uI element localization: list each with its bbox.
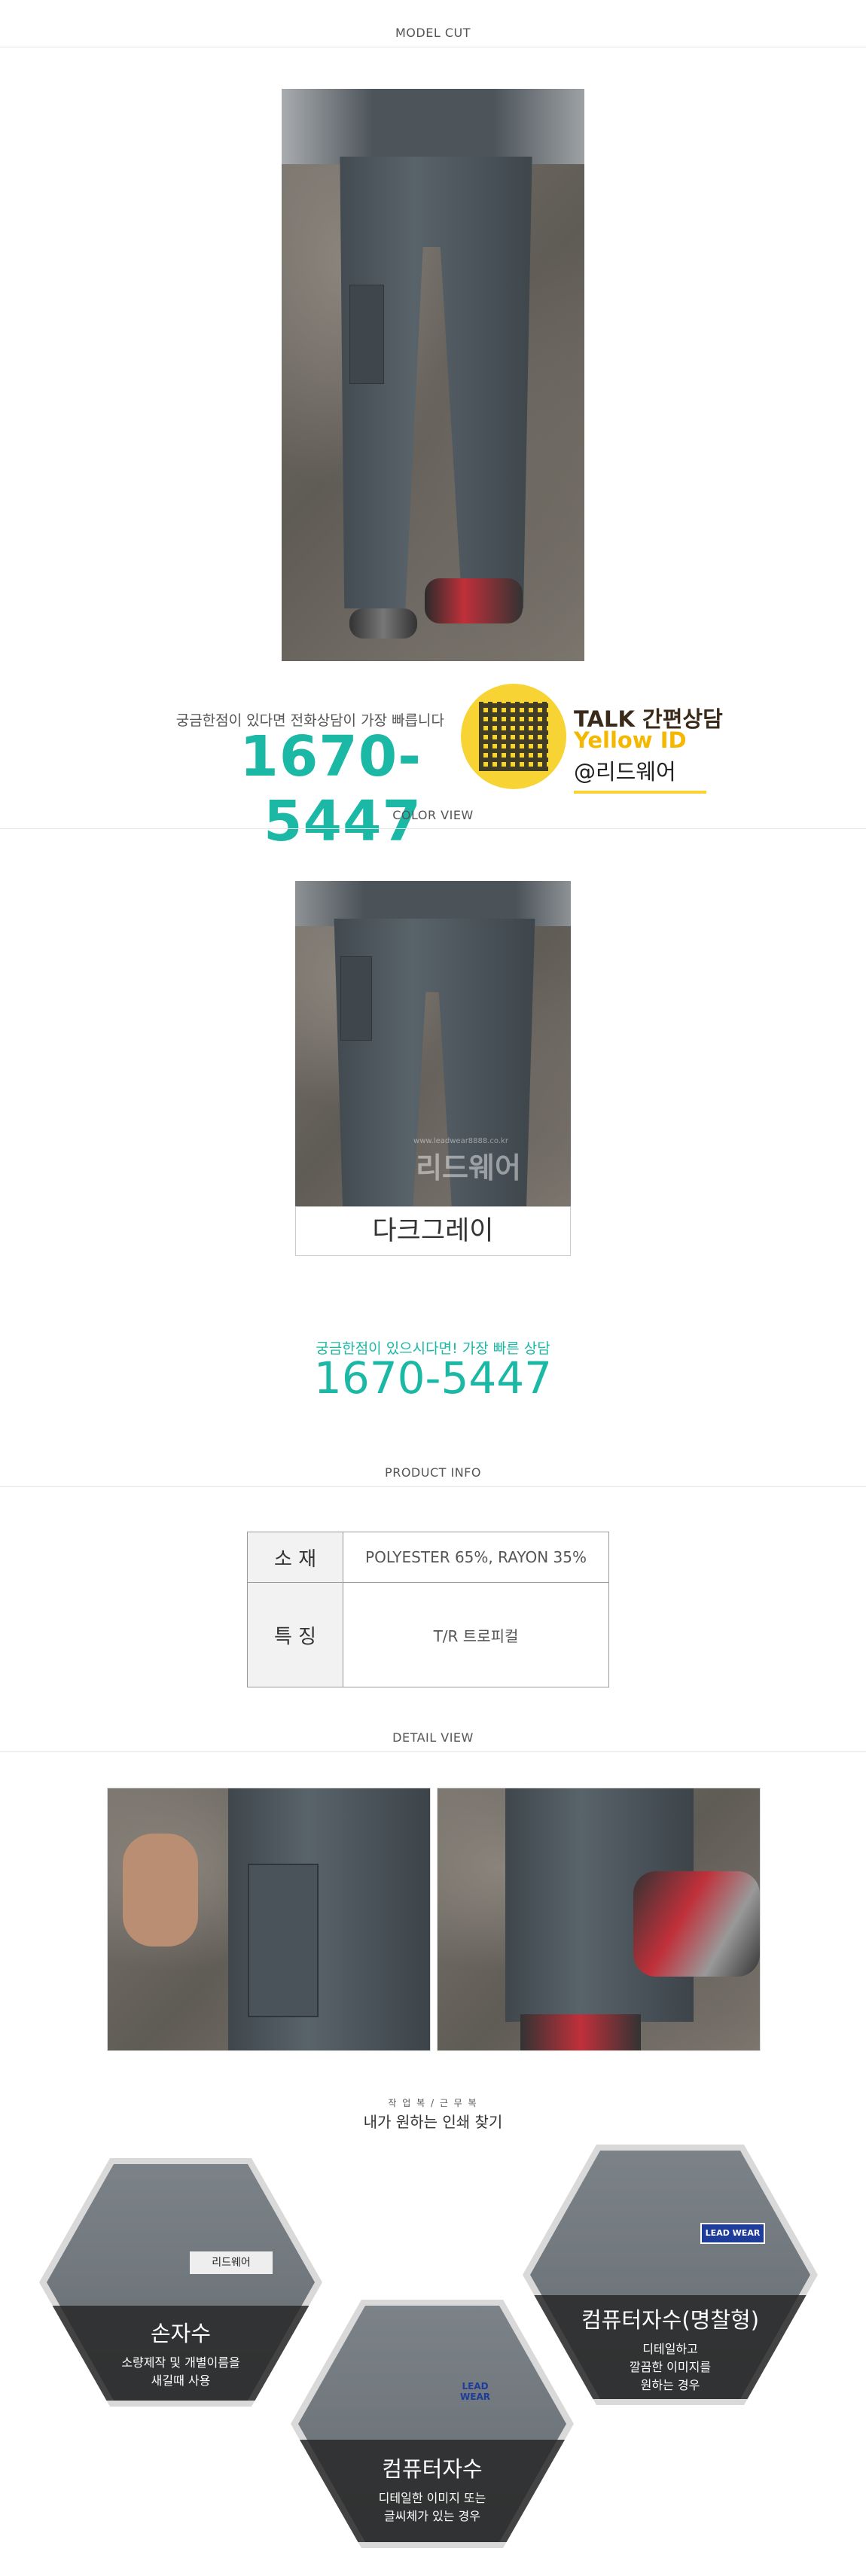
shoe-shape-left: [520, 2014, 641, 2050]
shoe-shape: [425, 578, 523, 623]
embroidery-badge: LEAD WEAR: [460, 2381, 490, 2402]
hex-desc: 디테일하고: [642, 2342, 698, 2356]
hex-desc: 깔끔한 이미지를: [629, 2360, 712, 2374]
table-row: 특 징 T/R 트로피컬: [247, 1582, 609, 1687]
qr-code-icon: [479, 702, 548, 771]
hex-computer-embroidery-nametag[interactable]: LEAD WEAR 컴퓨터자수(명찰형) 디테일하고 깔끔한 이미지를 원하는 …: [523, 2145, 818, 2405]
hex-label: 컴퓨터자수 디테일한 이미지 또는 글씨체가 있는 경우: [298, 2440, 566, 2542]
detail-photo-pocket: [107, 1788, 431, 2051]
contact2-phone[interactable]: 1670-5447: [0, 1352, 866, 1404]
detail-photo-hem: [437, 1788, 761, 2051]
product-info-table: 소 재 POLYESTER 65%, RAYON 35% 특 징 T/R 트로피…: [247, 1532, 609, 1687]
hex-desc: 새길때 사용: [151, 2373, 211, 2388]
hex-desc: 원하는 경우: [640, 2378, 700, 2392]
phone-number[interactable]: 1670-5447: [128, 724, 422, 854]
section-title-product-info: PRODUCT INFO: [385, 1465, 481, 1480]
row-value: T/R 트로피컬: [343, 1582, 609, 1687]
yellow-id: Yellow ID: [574, 727, 687, 753]
hex-computer-embroidery[interactable]: LEAD WEAR 컴퓨터자수 디테일한 이미지 또는 글씨체가 있는 경우: [291, 2300, 574, 2548]
jacket-shape: [282, 89, 584, 164]
cargo-pocket: [349, 285, 384, 384]
row-label: 특 징: [247, 1582, 343, 1687]
nametag-badge: LEAD WEAR: [700, 2223, 765, 2244]
kakao-underline: [574, 791, 706, 794]
section-title-detail-view: DETAIL VIEW: [392, 1730, 474, 1745]
hex-desc: 글씨체가 있는 경우: [384, 2509, 480, 2523]
row-value: POLYESTER 65%, RAYON 35%: [343, 1532, 609, 1583]
guide-title: 내가 원하는 인쇄 찾기: [363, 2113, 503, 2131]
qr-badge[interactable]: [461, 684, 566, 789]
hex-title: 컴퓨터자수: [382, 2456, 483, 2482]
watermark-logo: 리드웨어: [416, 1151, 521, 1184]
hex-desc: 디테일한 이미지 또는: [378, 2491, 486, 2505]
guide-subtitle: 작 업 복 / 근 무 복: [388, 2098, 478, 2108]
table-row: 소 재 POLYESTER 65%, RAYON 35%: [247, 1532, 609, 1583]
divider: [0, 1486, 866, 1487]
kakao-id[interactable]: @리드웨어: [574, 755, 676, 786]
hex-title: 컴퓨터자수(명찰형): [581, 2307, 760, 2333]
divider: [0, 1751, 866, 1752]
color-name: 다크그레이: [295, 1206, 571, 1256]
model-photo: [282, 89, 584, 661]
embroidery-badge: 리드웨어: [190, 2251, 273, 2274]
hex-title: 손자수: [150, 2321, 212, 2346]
divider: [0, 828, 866, 829]
hand-shape: [123, 1834, 198, 1946]
hex-desc: 소량제작 및 개별이름을: [121, 2355, 240, 2370]
section-title-model-cut: MODEL CUT: [395, 26, 471, 40]
hex-label: 컴퓨터자수(명찰형) 디테일하고 깔끔한 이미지를 원하는 경우: [530, 2295, 810, 2399]
cargo-pocket: [340, 956, 372, 1041]
section-title-color-view: COLOR VIEW: [392, 808, 474, 822]
shoe-shape-left: [349, 608, 417, 639]
hex-hand-embroidery[interactable]: 리드웨어 손자수 소량제작 및 개별이름을 새길때 사용: [39, 2158, 322, 2407]
hex-label: 손자수 소량제작 및 개별이름을 새길때 사용: [47, 2306, 315, 2401]
cargo-pocket: [248, 1864, 319, 2017]
shoe-shape: [633, 1871, 760, 1977]
color-photo: www.leadwear8888.co.kr 리드웨어: [295, 881, 571, 1206]
row-label: 소 재: [247, 1532, 343, 1583]
